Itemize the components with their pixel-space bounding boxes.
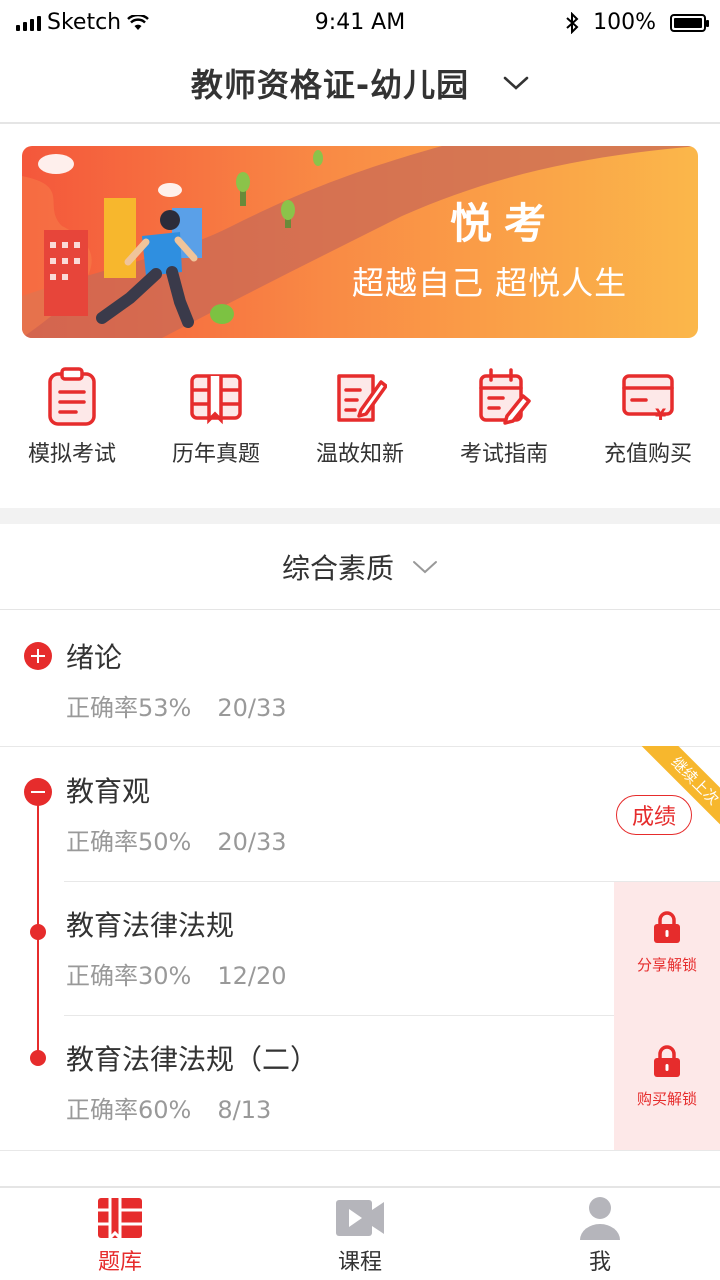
shortcut-past-papers[interactable]: 历年真题 <box>144 366 288 486</box>
accuracy-text: 正确率53% <box>66 694 192 722</box>
unlock-label: 购买解锁 <box>636 1090 697 1108</box>
chapter-stats: 正确率60% 8/13 <box>66 1090 271 1125</box>
subject-selector[interactable]: 综合素质 <box>0 524 720 610</box>
shortcut-label: 充值购买 <box>603 442 692 467</box>
tab-courses[interactable]: 课程 <box>240 1188 480 1280</box>
accuracy-text: 正确率50% <box>66 828 192 856</box>
promo-banner[interactable]: 悦考 超越自己 超悦人生 <box>22 146 698 338</box>
shortcut-review[interactable]: 温故知新 <box>288 366 432 486</box>
page-title[interactable]: 教师资格证-幼儿园 <box>191 60 469 106</box>
tab-label: 课程 <box>337 1250 382 1275</box>
clipboard-icon <box>48 367 96 426</box>
section-divider <box>0 508 720 524</box>
chapter-title[interactable]: 教育法律法规（二） <box>66 1038 318 1078</box>
svg-text:¥: ¥ <box>655 405 666 424</box>
lock-icon <box>654 911 680 943</box>
divider <box>0 746 720 747</box>
shortcut-label: 考试指南 <box>459 442 548 467</box>
shortcut-label: 模拟考试 <box>27 442 116 467</box>
tab-bar: 题库 课程 我 <box>0 1186 720 1280</box>
shortcut-label: 历年真题 <box>171 442 260 467</box>
expand-icon[interactable] <box>24 642 52 670</box>
header[interactable]: 教师资格证-幼儿园 <box>0 44 720 124</box>
chevron-down-icon[interactable] <box>503 75 529 91</box>
video-icon <box>336 1200 384 1236</box>
lock-icon <box>654 1045 680 1077</box>
unlock-label: 分享解锁 <box>636 956 697 974</box>
chapter-stats: 正确率50% 20/33 <box>66 822 287 857</box>
shortcut-label: 温故知新 <box>315 442 404 467</box>
status-bar: Sketch 9:41 AM 100% <box>0 0 720 44</box>
banner-subtitle: 超越自己 超悦人生 <box>352 264 628 302</box>
timeline-dot <box>30 924 46 940</box>
progress-text: 12/20 <box>217 962 287 990</box>
chapter-title[interactable]: 教育观 <box>66 770 150 810</box>
accuracy-text: 正确率30% <box>66 962 192 990</box>
chapter-title[interactable]: 教育法律法规 <box>66 904 234 944</box>
ribbon-label: 继续上次 <box>639 746 720 830</box>
battery-icon <box>670 13 709 32</box>
share-unlock-button[interactable]: 分享解锁 <box>614 882 720 1016</box>
question-bank-icon <box>98 1198 142 1240</box>
tab-label: 题库 <box>97 1250 142 1275</box>
chevron-down-icon[interactable] <box>412 559 438 575</box>
banner-title: 悦考 <box>450 199 559 248</box>
timeline-dot <box>30 1050 46 1066</box>
shortcut-recharge[interactable]: ¥ 充值购买 <box>576 366 720 486</box>
note-pen-icon <box>337 374 387 422</box>
progress-text: 20/33 <box>217 828 287 856</box>
calendar-pen-icon <box>479 368 531 425</box>
collapse-icon[interactable] <box>24 778 52 806</box>
accuracy-text: 正确率60% <box>66 1096 192 1124</box>
user-icon <box>580 1197 620 1240</box>
bluetooth-icon <box>566 11 579 34</box>
chapter-title[interactable]: 绪论 <box>66 636 122 676</box>
tab-me[interactable]: 我 <box>480 1188 720 1280</box>
status-right: 100% <box>565 10 709 35</box>
shortcut-exam-guide[interactable]: 考试指南 <box>432 366 576 486</box>
progress-text: 20/33 <box>217 694 287 722</box>
divider <box>64 1015 614 1016</box>
tab-label: 我 <box>588 1250 611 1275</box>
divider <box>0 1150 720 1151</box>
chapter-stats: 正确率53% 20/33 <box>66 688 287 723</box>
shortcut-grid: 模拟考试 历年真题 温故知新 考试指南 ¥ 充值购买 <box>0 366 720 486</box>
chapter-stats: 正确率30% 12/20 <box>66 956 287 991</box>
runner-illustration <box>22 146 698 338</box>
progress-text: 8/13 <box>217 1096 272 1124</box>
book-icon <box>190 374 242 425</box>
tab-question-bank[interactable]: 题库 <box>0 1188 240 1280</box>
continue-ribbon[interactable]: 继续上次 <box>636 746 720 830</box>
subject-label[interactable]: 综合素质 <box>282 547 394 587</box>
shortcut-mock-exam[interactable]: 模拟考试 <box>0 366 144 486</box>
card-yen-icon: ¥ <box>622 374 674 424</box>
buy-unlock-button[interactable]: 购买解锁 <box>614 1016 720 1150</box>
battery-percent: 100% <box>593 10 656 35</box>
